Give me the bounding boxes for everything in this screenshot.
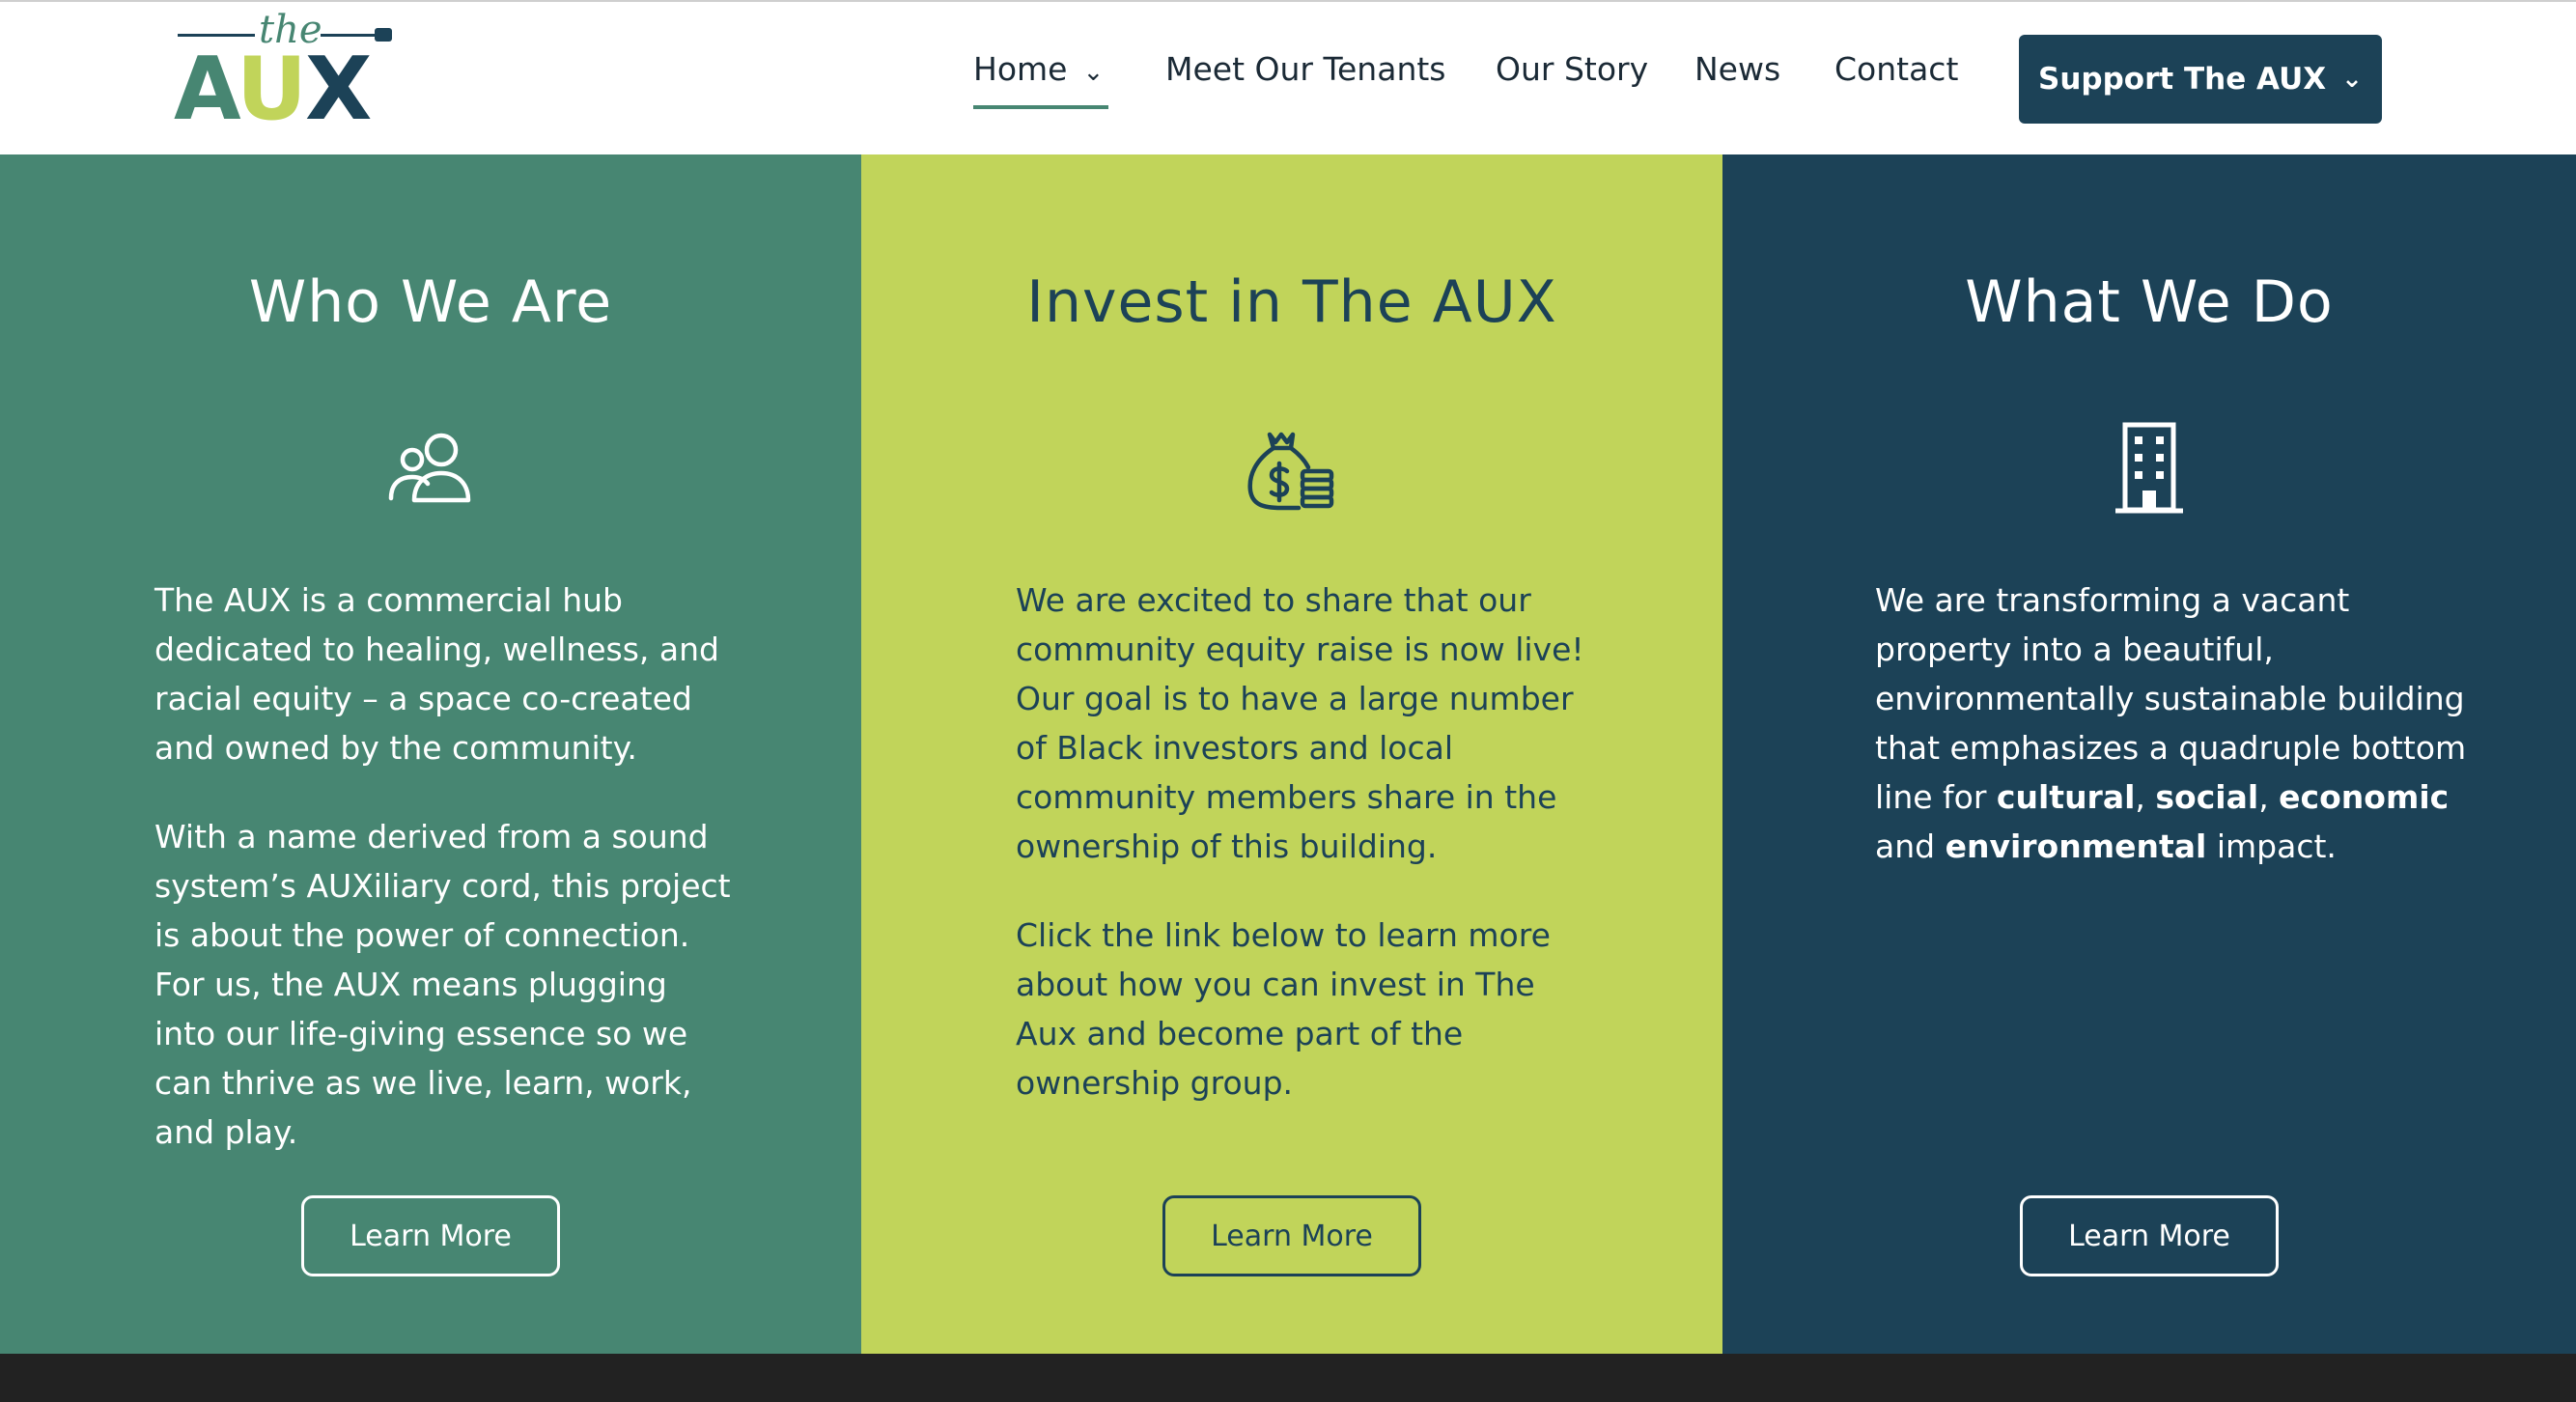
chevron-down-icon: ⌄ bbox=[2341, 65, 2363, 94]
nav-our-story[interactable]: Our Story bbox=[1496, 50, 1648, 88]
section-body: We are transforming a vacant property in… bbox=[1875, 575, 2474, 911]
logo-letter-a: A bbox=[174, 39, 238, 140]
section-paragraph: The AUX is a commercial hub dedicated to… bbox=[154, 581, 719, 767]
learn-more-button[interactable]: Learn More bbox=[1162, 1195, 1421, 1276]
section-paragraph: We are excited to share that our communi… bbox=[1016, 581, 1584, 865]
learn-more-button[interactable]: Learn More bbox=[301, 1195, 560, 1276]
section-body: The AUX is a commercial hub dedicated to… bbox=[154, 575, 734, 1196]
bold-term-social: social bbox=[2155, 778, 2259, 816]
bold-term-environmental: environmental bbox=[1945, 827, 2207, 865]
logo-plug-icon bbox=[375, 28, 392, 42]
nav-meet-our-tenants[interactable]: Meet Our Tenants bbox=[1165, 50, 1446, 88]
logo-wordmark: AUX bbox=[174, 46, 372, 133]
separator: , bbox=[2258, 778, 2280, 816]
section-paragraph: With a name derived from a sound system’… bbox=[154, 818, 731, 1151]
footer-strip bbox=[0, 1354, 2576, 1402]
logo-cord-line bbox=[178, 34, 255, 37]
logo-cord-line bbox=[321, 34, 377, 37]
people-icon bbox=[378, 415, 484, 521]
logo-letter-u: U bbox=[236, 39, 307, 140]
support-the-aux-button[interactable]: Support The AUX ⌄ bbox=[2019, 35, 2382, 124]
nav-contact[interactable]: Contact bbox=[1834, 50, 1958, 88]
nav-active-underline bbox=[973, 105, 1108, 109]
section-paragraph: We are transforming a vacant property in… bbox=[1875, 575, 2474, 871]
section-paragraph: Click the link below to learn more about… bbox=[1016, 916, 1551, 1102]
section-title: Invest in The AUX bbox=[1026, 268, 1557, 336]
who-we-are-section: Who We Are The AUX is a commercial hub d… bbox=[0, 154, 861, 1354]
separator: , bbox=[2135, 778, 2156, 816]
building-icon bbox=[2096, 415, 2202, 521]
nav-news[interactable]: News bbox=[1694, 50, 1780, 88]
section-title: What We Do bbox=[1965, 268, 2334, 336]
bold-term-cultural: cultural bbox=[1996, 778, 2136, 816]
support-button-label: Support The AUX bbox=[2038, 62, 2327, 97]
text-span: impact. bbox=[2206, 827, 2337, 865]
nav-home[interactable]: Home ⌄ bbox=[973, 50, 1104, 88]
logo-letter-x: X bbox=[304, 39, 372, 140]
aux-logo[interactable]: the AUX bbox=[174, 8, 406, 133]
chevron-down-icon: ⌄ bbox=[1082, 58, 1105, 87]
site-header: the AUX Home ⌄ Meet Our Tenants Our Story… bbox=[0, 0, 2576, 154]
money-bag-icon bbox=[1239, 415, 1345, 521]
bold-term-economic: economic bbox=[2279, 778, 2450, 816]
what-we-do-section: What We Do We are transforming a vacant … bbox=[1722, 154, 2576, 1354]
nav-home-label: Home bbox=[973, 50, 1068, 88]
section-body: We are excited to share that our communi… bbox=[1016, 575, 1595, 1147]
separator: and bbox=[1875, 827, 1946, 865]
invest-section: Invest in The AUX We are excited to shar… bbox=[861, 154, 1722, 1354]
learn-more-button[interactable]: Learn More bbox=[2020, 1195, 2279, 1276]
section-title: Who We Are bbox=[248, 268, 613, 336]
